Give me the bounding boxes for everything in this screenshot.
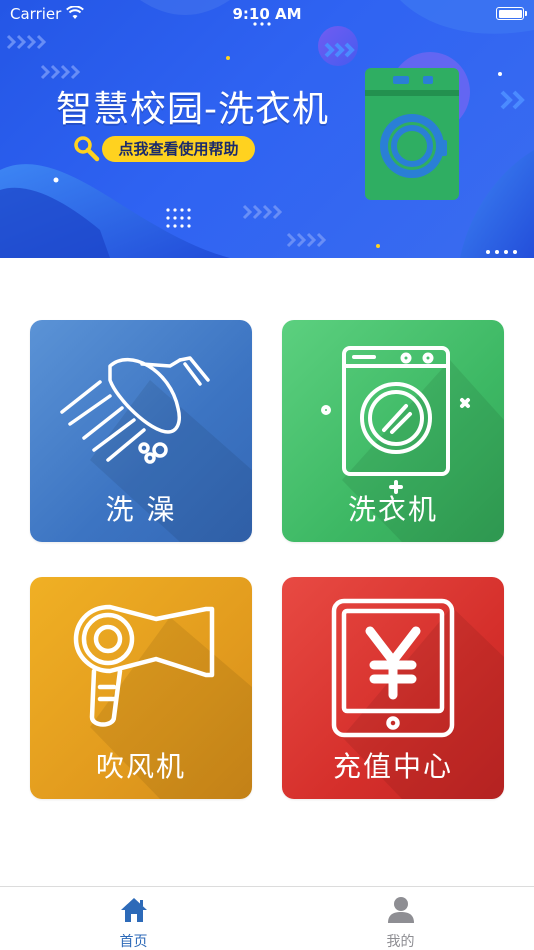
user-icon [388,897,414,923]
banner-title: 智慧校园-洗衣机 [56,89,329,130]
header-banner: Carrier 9:10 AM 智慧校园-洗衣机 点我查看使用帮助 [0,0,534,258]
hair-dryer-label: 吹风机 [95,750,186,783]
tab-home[interactable]: 首页 [0,887,267,950]
home-icon [121,898,147,922]
tab-mine[interactable]: 我的 [267,887,534,950]
tab-mine-label: 我的 [386,934,415,950]
tab-bar: 首页 我的 [0,886,534,950]
hair-dryer-tile[interactable]: 吹风机 [30,577,252,799]
recharge-center-label: 充值中心 [332,750,453,783]
magnifier-icon [74,136,100,162]
shower-tile[interactable]: 洗 澡 [30,320,252,542]
tab-home-label: 首页 [119,934,148,950]
status-bar: Carrier 9:10 AM [0,0,534,28]
washing-machine-illustration-icon [365,68,459,200]
washing-machine-label: 洗衣机 [347,493,438,526]
battery-icon [496,7,527,20]
recharge-center-tile[interactable]: 充值中心 [282,577,504,799]
help-label: 点我查看使用帮助 [102,136,255,162]
status-time: 9:10 AM [232,5,302,23]
shower-label: 洗 澡 [105,493,177,526]
washing-machine-tile[interactable]: 洗衣机 [282,320,504,542]
